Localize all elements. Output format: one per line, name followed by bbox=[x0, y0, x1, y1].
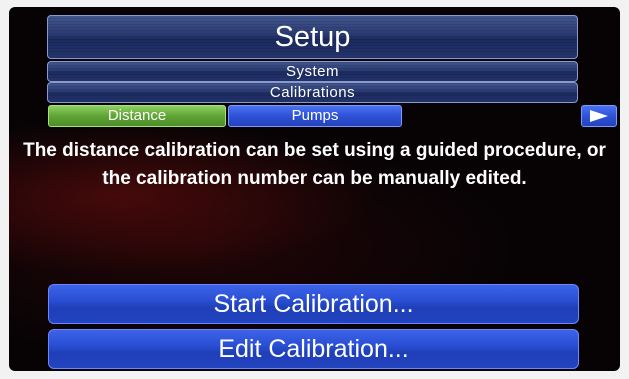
device-screen: Setup System Calibrations Distance Pumps… bbox=[9, 7, 620, 371]
page-title: Setup bbox=[47, 15, 578, 59]
breadcrumb-calibrations[interactable]: Calibrations bbox=[47, 82, 578, 103]
right-arrow-icon bbox=[590, 110, 608, 122]
next-tab-button[interactable] bbox=[581, 105, 617, 127]
edit-calibration-button[interactable]: Edit Calibration... bbox=[48, 329, 579, 369]
breadcrumb-system[interactable]: System bbox=[47, 61, 578, 82]
tab-distance[interactable]: Distance bbox=[48, 105, 226, 127]
start-calibration-button[interactable]: Start Calibration... bbox=[48, 284, 579, 324]
description-text: The distance calibration can be set usin… bbox=[23, 140, 606, 189]
tab-pumps[interactable]: Pumps bbox=[228, 105, 402, 127]
